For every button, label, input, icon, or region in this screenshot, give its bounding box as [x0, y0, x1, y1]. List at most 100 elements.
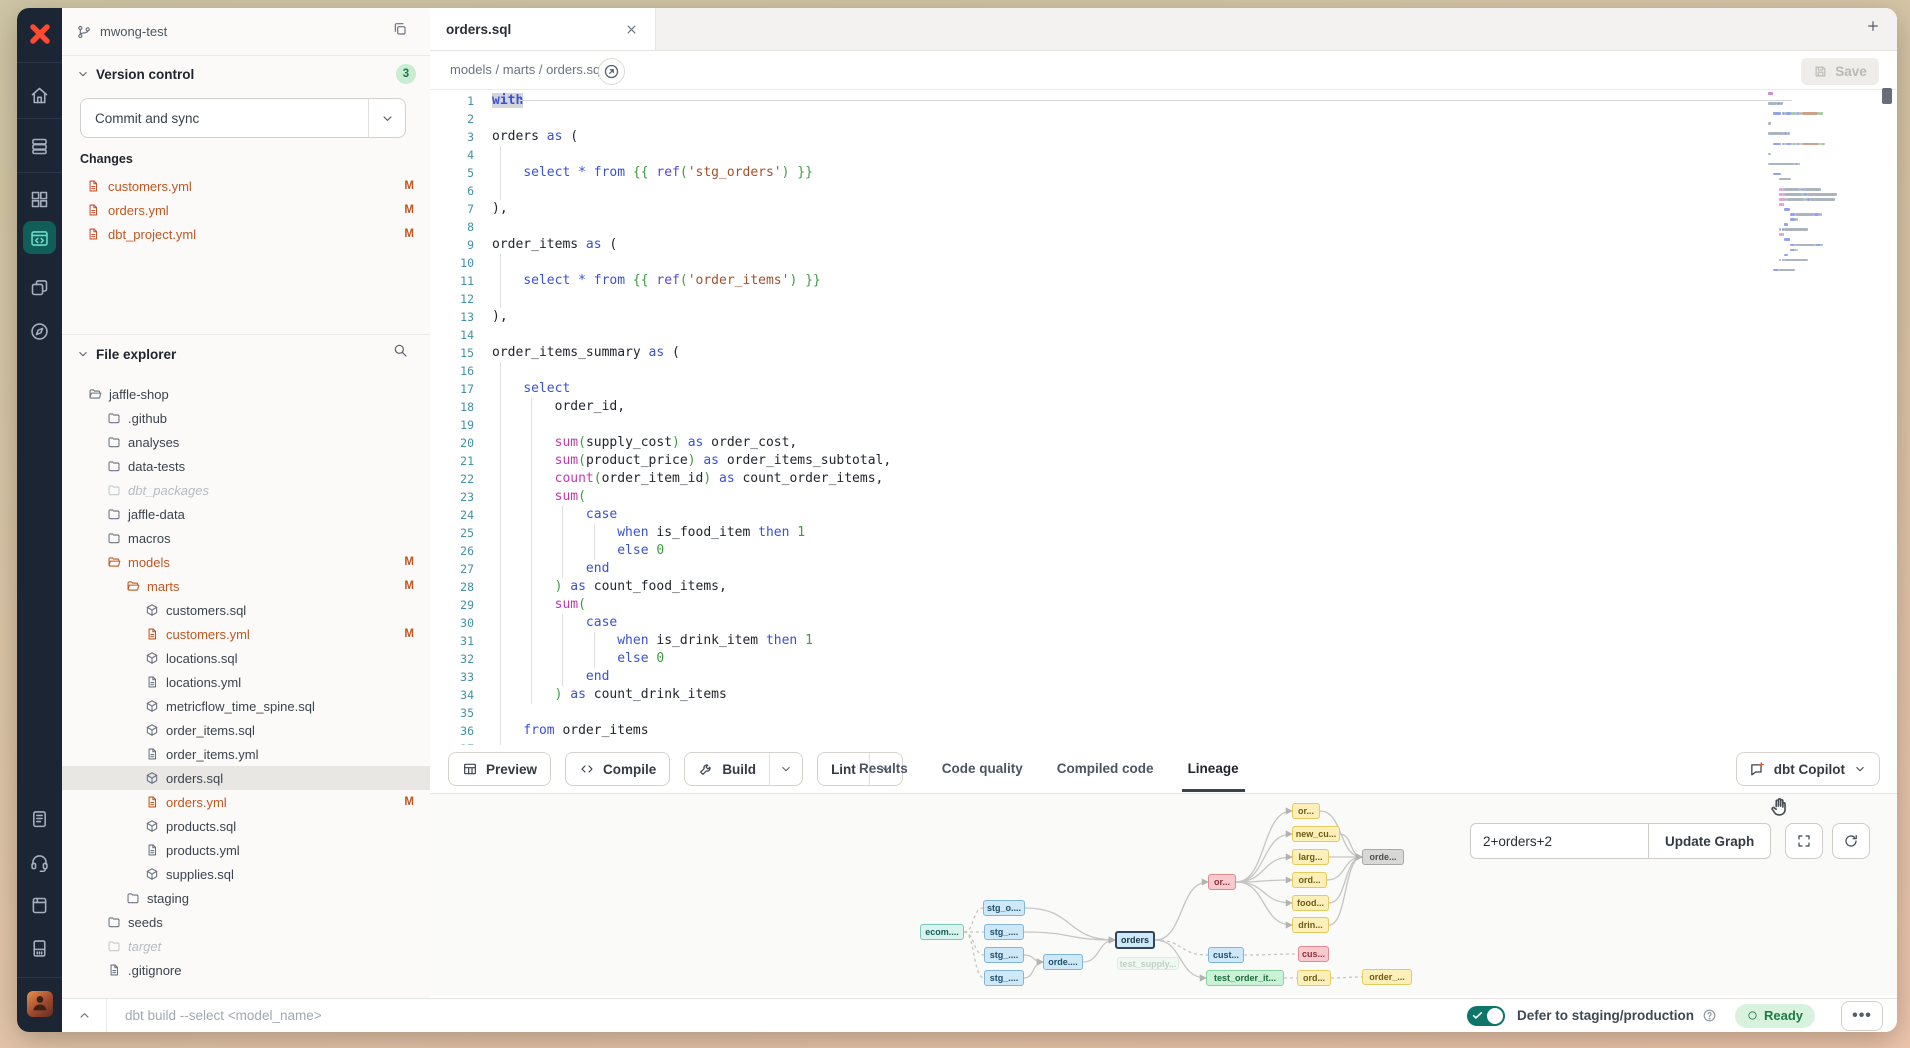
tab-code-quality[interactable]: Code quality: [942, 745, 1023, 792]
tree-item-staging[interactable]: staging: [62, 886, 430, 910]
tree-item-data-tests[interactable]: data-tests: [62, 454, 430, 478]
cube-icon: [145, 867, 159, 881]
doc-icon: [107, 963, 121, 977]
lineage-node-stg_[interactable]: stg_....: [984, 947, 1024, 963]
tree-item-jaffle-shop[interactable]: jaffle-shop: [62, 382, 430, 406]
tree-item-analyses[interactable]: analyses: [62, 430, 430, 454]
tree-item-dbt_packages[interactable]: dbt_packages: [62, 478, 430, 502]
lineage-node-stg_[interactable]: stg_....: [984, 924, 1024, 940]
tab-compiled-code[interactable]: Compiled code: [1057, 745, 1154, 792]
book-nav-icon[interactable]: [17, 885, 62, 925]
chevron-down-icon: [76, 347, 90, 361]
lineage-node-stg_o[interactable]: stg_o....: [983, 900, 1025, 916]
lineage-node-order_[interactable]: order_...: [1362, 969, 1412, 985]
compass-nav-icon[interactable]: [17, 311, 62, 351]
tree-item-macros[interactable]: macros: [62, 526, 430, 550]
grid-nav-icon[interactable]: [17, 179, 62, 219]
tree-item-products.sql[interactable]: products.sql: [62, 814, 430, 838]
close-icon[interactable]: [624, 22, 639, 37]
user-avatar[interactable]: [27, 991, 53, 1017]
line-number: 31: [430, 632, 474, 650]
changed-file-dbt_project.yml[interactable]: dbt_project.ymlM: [62, 222, 430, 246]
tree-item-seeds[interactable]: seeds: [62, 910, 430, 934]
lineage-node-cus[interactable]: cus...: [1298, 946, 1329, 962]
copy-icon[interactable]: [392, 21, 408, 37]
squares-nav-icon[interactable]: [17, 267, 62, 307]
version-control-header[interactable]: Version control 3: [62, 55, 430, 93]
lineage-node-ord[interactable]: ord...: [1297, 970, 1331, 986]
lineage-node-stg_[interactable]: stg_....: [984, 970, 1024, 986]
lineage-node-orde[interactable]: orde....: [1043, 954, 1083, 970]
line-number: 14: [430, 326, 474, 344]
tree-item-products.yml[interactable]: products.yml: [62, 838, 430, 862]
kiosk-nav-icon[interactable]: [17, 928, 62, 968]
changed-file-orders.yml[interactable]: orders.ymlM: [62, 198, 430, 222]
build-button[interactable]: Build: [684, 752, 803, 786]
lineage-node-ord[interactable]: ord...: [1292, 872, 1327, 888]
help-icon[interactable]: [1702, 1008, 1717, 1023]
lineage-node-larg[interactable]: larg...: [1292, 849, 1329, 865]
tree-item-.github[interactable]: .github: [62, 406, 430, 430]
file-explorer-header[interactable]: File explorer: [62, 335, 430, 373]
line-number: 25: [430, 524, 474, 542]
lineage-node-orders[interactable]: orders: [1115, 931, 1155, 949]
tab-results[interactable]: Results: [859, 745, 908, 792]
preview-button[interactable]: Preview: [448, 752, 551, 786]
new-tab-plus-icon[interactable]: [1865, 18, 1881, 34]
expand-command-bar-chevron[interactable]: [62, 999, 106, 1032]
modified-badge: M: [404, 228, 414, 240]
commit-and-sync-button[interactable]: Commit and sync: [80, 98, 406, 138]
tree-item-models[interactable]: modelsM: [62, 550, 430, 574]
codewin-nav-icon[interactable]: [17, 218, 62, 258]
editor-minimap[interactable]: [1768, 92, 1868, 292]
tree-item-customers.yml[interactable]: customers.ymlM: [62, 622, 430, 646]
commit-options-chevron-icon[interactable]: [368, 99, 405, 137]
lineage-node-or[interactable]: or...: [1208, 874, 1236, 890]
tab-orders-sql[interactable]: orders.sql: [430, 8, 656, 50]
modified-badge: M: [404, 180, 414, 192]
clipboard-nav-icon[interactable]: [17, 798, 62, 838]
dbt-copilot-button[interactable]: dbt Copilot: [1736, 752, 1880, 786]
lineage-node-drin[interactable]: drin...: [1292, 917, 1329, 933]
tree-item-locations.yml[interactable]: locations.yml: [62, 670, 430, 694]
lineage-node-or[interactable]: or...: [1292, 803, 1320, 819]
lineage-node-food[interactable]: food...: [1292, 895, 1329, 911]
lineage-node-test_order_it[interactable]: test_order_it...: [1206, 970, 1284, 986]
tree-item-order_items.sql[interactable]: order_items.sql: [62, 718, 430, 742]
lineage-node-test_supply[interactable]: test_supply...: [1117, 957, 1179, 970]
lineage-node-ecom[interactable]: ecom....: [920, 924, 964, 940]
tree-item-locations.sql[interactable]: locations.sql: [62, 646, 430, 670]
line-number: 17: [430, 380, 474, 398]
branch-selector[interactable]: mwong-test: [62, 8, 430, 56]
lineage-node-orde[interactable]: orde...: [1362, 849, 1404, 865]
tree-item-marts[interactable]: martsM: [62, 574, 430, 598]
code-editor[interactable]: 1with23orders as (45 select * from {{ re…: [430, 90, 1897, 746]
stack-nav-icon[interactable]: [17, 126, 62, 166]
tree-item-order_items.yml[interactable]: order_items.yml: [62, 742, 430, 766]
tree-item-supplies.sql[interactable]: supplies.sql: [62, 862, 430, 886]
tree-item-orders.sql[interactable]: orders.sql: [62, 766, 430, 790]
home-nav-icon[interactable]: [17, 75, 62, 115]
lineage-node-cust[interactable]: cust...: [1208, 947, 1244, 963]
tree-item-.gitignore[interactable]: .gitignore: [62, 958, 430, 982]
changed-file-customers.yml[interactable]: customers.ymlM: [62, 174, 430, 198]
editor-scrollbar-thumb[interactable]: [1882, 88, 1892, 104]
code-line-25: 25 when is_food_item then 1: [430, 524, 805, 542]
tree-item-jaffle-data[interactable]: jaffle-data: [62, 502, 430, 526]
tab-lineage[interactable]: Lineage: [1188, 745, 1239, 792]
tree-item-orders.yml[interactable]: orders.ymlM: [62, 790, 430, 814]
more-options-button[interactable]: •••: [1841, 1001, 1883, 1031]
tree-item-metricflow_time_spine.sql[interactable]: metricflow_time_spine.sql: [62, 694, 430, 718]
open-docs-icon[interactable]: [598, 58, 625, 85]
headset-nav-icon[interactable]: [17, 842, 62, 882]
tree-item-target[interactable]: target: [62, 934, 430, 958]
defer-toggle[interactable]: [1467, 1006, 1505, 1026]
lineage-node-new_cu[interactable]: new_cu...: [1292, 826, 1340, 842]
search-icon[interactable]: [392, 342, 408, 358]
build-options-chevron[interactable]: [769, 753, 802, 785]
ready-status-badge[interactable]: Ready: [1735, 1004, 1815, 1028]
tree-item-customers.sql[interactable]: customers.sql: [62, 598, 430, 622]
command-input[interactable]: [107, 1007, 1467, 1024]
compile-button[interactable]: Compile: [565, 752, 670, 786]
save-button[interactable]: Save: [1801, 58, 1879, 85]
